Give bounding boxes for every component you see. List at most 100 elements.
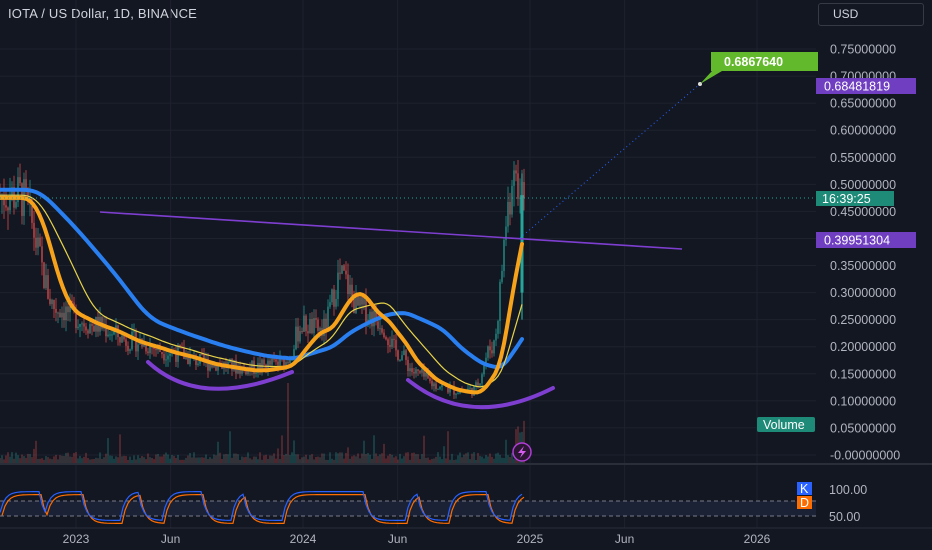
candle-body <box>403 350 405 356</box>
candle-body <box>37 237 39 248</box>
volume-bar <box>369 454 371 463</box>
candle-body <box>123 335 125 340</box>
volume-bar <box>173 455 175 463</box>
volume-bar <box>71 456 73 463</box>
volume-bar <box>175 458 177 463</box>
volume-bar <box>65 452 67 463</box>
volume-bar <box>425 457 427 463</box>
candle-body <box>425 372 427 377</box>
volume-bar <box>347 447 349 463</box>
volume-bar <box>309 455 311 463</box>
volume-bar <box>281 435 283 463</box>
candle-body <box>365 298 367 325</box>
volume-bar <box>289 455 291 463</box>
time-axis[interactable]: 2023 Jun 2024 Jun 2025 Jun 2026 <box>63 532 771 546</box>
candle-body <box>385 337 387 340</box>
volume-bar <box>331 458 333 463</box>
volume-bar <box>389 453 391 463</box>
resistance-trendline[interactable] <box>99 211 683 250</box>
candle-body <box>369 311 371 320</box>
volume-bar <box>401 458 403 463</box>
candle-body <box>507 201 509 227</box>
volume-bar <box>89 459 91 463</box>
volume-bar <box>433 458 435 463</box>
target-callout[interactable]: 0.6867640 <box>700 52 818 84</box>
volume-bar <box>355 456 357 463</box>
candle-body <box>109 334 111 336</box>
candle-body <box>515 170 517 174</box>
lightning-icon[interactable] <box>512 442 532 462</box>
volume-bar <box>59 455 61 463</box>
price-axis[interactable]: 0.750000000.700000000.650000000.60000000… <box>830 43 900 463</box>
volume-bar <box>9 456 11 463</box>
volume-bar <box>19 458 21 463</box>
volume-bar <box>297 454 299 463</box>
candle-body <box>303 315 305 332</box>
volume-bar <box>191 457 193 463</box>
candle-body <box>15 202 17 208</box>
volume-bar <box>435 456 437 463</box>
volume-bar <box>479 455 481 463</box>
volume-bar <box>333 459 335 463</box>
candle-body <box>269 360 271 365</box>
volume-bar <box>259 452 261 463</box>
volume-label-tag: Volume <box>757 417 815 432</box>
candle-body <box>363 298 365 305</box>
volume-bar <box>339 452 341 463</box>
candle-body <box>411 368 413 373</box>
volume-bar <box>301 457 303 463</box>
candle-body <box>347 274 349 295</box>
volume-bar <box>483 458 485 463</box>
volume-bar <box>203 457 205 463</box>
price-tick-label: 0.20000000 <box>830 340 896 354</box>
volume-bar <box>95 457 97 463</box>
volume-bar <box>75 452 77 463</box>
volume-bar <box>215 455 217 463</box>
volume-bar <box>69 456 71 463</box>
volume-bar <box>3 459 5 463</box>
candle-body <box>405 350 407 360</box>
target-projection-line <box>519 83 701 239</box>
volume-bar <box>361 453 363 463</box>
volume-bar <box>317 456 319 463</box>
volume-bar <box>41 458 43 463</box>
price-tick-label: 0.05000000 <box>830 421 896 435</box>
candle-body <box>19 177 21 184</box>
volume-bar <box>123 455 125 463</box>
volume-bar <box>365 453 367 463</box>
volume-bar <box>15 452 17 463</box>
volume-bar <box>265 454 267 463</box>
price-chart[interactable]: 0.6867640 0.750000000.700000000.65000000… <box>0 0 932 550</box>
volume-bar <box>5 455 7 463</box>
volume-bar <box>305 454 307 463</box>
volume-bar <box>447 431 449 463</box>
volume-bar <box>153 459 155 463</box>
volume-bar <box>245 456 247 463</box>
price-tick-label: 0.15000000 <box>830 367 896 381</box>
candle-body <box>131 331 133 350</box>
volume-bar <box>427 457 429 463</box>
volume-bar <box>97 458 99 463</box>
volume-bar <box>439 456 441 463</box>
candle-body <box>435 383 437 390</box>
volume-bar <box>303 456 305 463</box>
candle-body <box>415 369 417 374</box>
price-tick-label: 0.75000000 <box>830 43 896 57</box>
volume-bar <box>29 454 31 463</box>
volume-bar <box>455 459 457 463</box>
volume-bar <box>335 452 337 463</box>
volume-bar <box>103 457 105 463</box>
volume-bar <box>149 457 151 463</box>
volume-bar <box>177 454 179 463</box>
candle-body <box>57 312 59 314</box>
volume-bar <box>321 453 323 463</box>
sma-yellow-line <box>0 194 523 388</box>
volume-bar <box>319 457 321 463</box>
candle-body <box>63 312 65 321</box>
volume-bar <box>277 448 279 463</box>
volume-bar <box>239 459 241 463</box>
ema-fast-line <box>0 195 524 395</box>
volume-label: Volume <box>763 418 805 432</box>
volume-bar <box>125 456 127 463</box>
volume-bar <box>255 456 257 463</box>
